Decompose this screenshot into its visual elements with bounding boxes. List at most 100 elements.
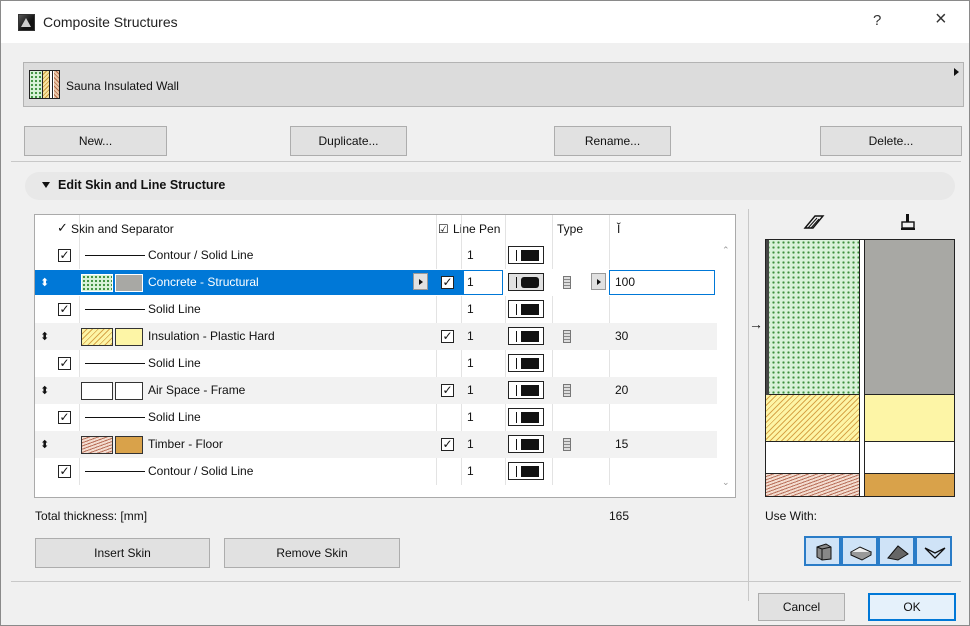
color-swatch[interactable] bbox=[115, 436, 143, 454]
row-checkbox[interactable]: ✓ bbox=[58, 303, 71, 316]
edit-skin-section-header[interactable]: Edit Skin and Line Structure bbox=[25, 172, 955, 200]
row-pen[interactable]: 1 bbox=[467, 350, 474, 377]
type-menu-arrow[interactable] bbox=[591, 273, 606, 290]
table-row[interactable]: ⬍ Insulation - Plastic Hard ✓ 1 30 bbox=[35, 323, 717, 350]
fill-swatch[interactable] bbox=[81, 274, 113, 292]
row-pen[interactable]: 1 bbox=[467, 269, 474, 296]
header-skin-and-separator: Skin and Separator bbox=[71, 222, 174, 236]
composite-structures-dialog: Composite Structures ? × Sauna Insulated… bbox=[0, 0, 970, 626]
row-label: Insulation - Plastic Hard bbox=[148, 329, 275, 343]
help-button[interactable]: ? bbox=[873, 12, 881, 29]
use-with-label: Use With: bbox=[765, 509, 818, 523]
check-all-icon[interactable]: ✓ bbox=[57, 220, 68, 236]
row-checkbox[interactable]: ✓ bbox=[58, 465, 71, 478]
row-pen[interactable]: 1 bbox=[467, 458, 474, 485]
line-type-swatch[interactable] bbox=[508, 408, 544, 426]
scroll-down-icon[interactable]: ⌄ bbox=[722, 477, 730, 488]
row-checkbox[interactable]: ✓ bbox=[58, 357, 71, 370]
row-pen[interactable]: 1 bbox=[467, 377, 474, 404]
row-pen[interactable]: 1 bbox=[467, 242, 474, 269]
table-row[interactable]: ⬍ Concrete - Structural ✓ 1 100 bbox=[35, 269, 717, 296]
window-title: Composite Structures bbox=[43, 14, 178, 30]
row-thickness[interactable]: 15 bbox=[615, 431, 628, 458]
collapse-triangle-icon bbox=[42, 182, 50, 188]
row-checkbox[interactable]: ✓ bbox=[58, 249, 71, 262]
drag-handle-icon[interactable]: ⬍ bbox=[40, 384, 49, 397]
drag-handle-icon[interactable]: ⬍ bbox=[40, 276, 49, 289]
skin-type-icon[interactable] bbox=[563, 438, 571, 451]
line-type-swatch[interactable] bbox=[508, 246, 544, 264]
delete-button[interactable]: Delete... bbox=[820, 126, 962, 156]
line-type-swatch[interactable] bbox=[508, 354, 544, 372]
shell-tool-icon[interactable] bbox=[915, 536, 952, 566]
row-label: Solid Line bbox=[148, 302, 201, 316]
line-type-swatch[interactable] bbox=[508, 327, 544, 345]
skin-type-icon[interactable] bbox=[563, 330, 571, 343]
section-label: Edit Skin and Line Structure bbox=[58, 178, 226, 192]
scroll-up-icon[interactable]: ⌃ bbox=[722, 245, 730, 256]
remove-skin-button[interactable]: Remove Skin bbox=[224, 538, 400, 568]
row-thickness[interactable]: 20 bbox=[615, 377, 628, 404]
table-row[interactable]: ✓ Solid Line 1 bbox=[35, 296, 717, 323]
paint-bucket-icon[interactable] bbox=[899, 213, 917, 231]
row-thickness[interactable]: 30 bbox=[615, 323, 628, 350]
skin-type-icon[interactable] bbox=[563, 276, 571, 289]
wall-tool-icon[interactable] bbox=[804, 536, 841, 566]
row-label: Solid Line bbox=[148, 356, 201, 370]
row-checkbox[interactable]: ✓ bbox=[441, 384, 454, 397]
insert-skin-button[interactable]: Insert Skin bbox=[35, 538, 210, 568]
row-pen[interactable]: 1 bbox=[467, 404, 474, 431]
line-type-swatch[interactable] bbox=[508, 462, 544, 480]
table-header: ✓ Skin and Separator ☑ Line Pen Type Ĭ bbox=[35, 215, 735, 242]
table-row[interactable]: ✓ Contour / Solid Line 1 bbox=[35, 242, 717, 269]
row-checkbox[interactable]: ✓ bbox=[441, 438, 454, 451]
material-menu-arrow[interactable] bbox=[413, 273, 428, 290]
structure-selector[interactable]: Sauna Insulated Wall bbox=[23, 62, 964, 107]
fill-swatch[interactable] bbox=[81, 382, 113, 400]
row-pen[interactable]: 1 bbox=[467, 296, 474, 323]
app-icon bbox=[18, 14, 35, 31]
duplicate-button[interactable]: Duplicate... bbox=[290, 126, 407, 156]
new-button[interactable]: New... bbox=[24, 126, 167, 156]
title-bar: Composite Structures ? × bbox=[1, 1, 969, 43]
line-type-swatch[interactable] bbox=[508, 435, 544, 453]
drag-handle-icon[interactable]: ⬍ bbox=[40, 330, 49, 343]
roof-tool-icon[interactable] bbox=[878, 536, 915, 566]
cancel-button[interactable]: Cancel bbox=[758, 593, 845, 621]
rename-button[interactable]: Rename... bbox=[554, 126, 671, 156]
close-button[interactable]: × bbox=[935, 8, 947, 31]
row-label: Contour / Solid Line bbox=[148, 248, 254, 262]
header-checkbox-icon[interactable]: ☑ bbox=[438, 222, 449, 236]
table-row[interactable]: ⬍ Air Space - Frame ✓ 1 20 bbox=[35, 377, 717, 404]
row-thickness[interactable]: 100 bbox=[615, 269, 635, 296]
row-checkbox[interactable]: ✓ bbox=[58, 411, 71, 424]
line-type-swatch[interactable] bbox=[508, 381, 544, 399]
drag-handle-icon[interactable]: ⬍ bbox=[40, 438, 49, 451]
table-row[interactable]: ✓ Contour / Solid Line 1 bbox=[35, 458, 717, 485]
line-type-swatch[interactable] bbox=[508, 273, 544, 291]
color-swatch[interactable] bbox=[115, 382, 143, 400]
structure-preview bbox=[765, 239, 955, 497]
row-checkbox[interactable]: ✓ bbox=[441, 330, 454, 343]
header-type: Type bbox=[557, 222, 584, 236]
use-with-buttons bbox=[804, 536, 956, 566]
fill-swatch[interactable] bbox=[81, 328, 113, 346]
color-swatch[interactable] bbox=[115, 328, 143, 346]
table-scrollbar[interactable]: ⌃ ⌄ bbox=[717, 215, 735, 497]
row-pen[interactable]: 1 bbox=[467, 431, 474, 458]
table-row[interactable]: ✓ Solid Line 1 bbox=[35, 350, 717, 377]
color-swatch[interactable] bbox=[115, 274, 143, 292]
fill-pattern-icon[interactable] bbox=[803, 214, 825, 230]
row-checkbox[interactable]: ✓ bbox=[441, 276, 454, 289]
wall-structure-icon bbox=[29, 70, 60, 99]
line-type-swatch[interactable] bbox=[508, 300, 544, 318]
table-row[interactable]: ⬍ Timber - Floor ✓ 1 15 bbox=[35, 431, 717, 458]
slab-tool-icon[interactable] bbox=[841, 536, 878, 566]
total-thickness-value: 165 bbox=[609, 509, 630, 523]
row-pen[interactable]: 1 bbox=[467, 323, 474, 350]
fill-swatch[interactable] bbox=[81, 436, 113, 454]
table-row[interactable]: ✓ Solid Line 1 bbox=[35, 404, 717, 431]
skin-type-icon[interactable] bbox=[563, 384, 571, 397]
expand-arrow-icon[interactable] bbox=[954, 68, 959, 76]
ok-button[interactable]: OK bbox=[868, 593, 956, 621]
